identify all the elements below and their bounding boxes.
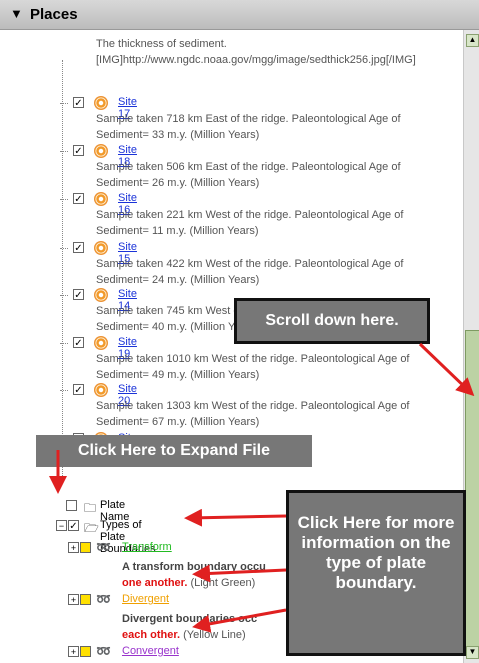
boundary-link[interactable]: Transform bbox=[122, 541, 172, 553]
expand-toggle[interactable]: − bbox=[56, 520, 67, 531]
expand-toggle[interactable]: + bbox=[68, 542, 79, 553]
scroll-down-button[interactable]: ▼ bbox=[466, 646, 479, 659]
boundary-desc-line1: Divergent boundaries occ bbox=[122, 613, 258, 625]
site-desc-line: Sample taken 506 km East of the ridge. P… bbox=[96, 161, 401, 173]
site-desc-line: Sediment= 26 m.y. (Million Years) bbox=[96, 177, 260, 189]
site-desc-line: Sample taken 1303 km West of the ridge. … bbox=[96, 400, 410, 412]
places-header[interactable]: ▼ Places bbox=[0, 0, 479, 30]
scroll-thumb[interactable] bbox=[465, 330, 479, 650]
plate-name-checkbox[interactable] bbox=[66, 500, 77, 511]
tree-guide-line bbox=[62, 60, 63, 480]
site-desc-line: Sediment= 67 m.y. (Million Years) bbox=[96, 416, 260, 428]
site-desc-line: Sediment= 33 m.y. (Million Years) bbox=[96, 129, 260, 141]
site-checkbox[interactable]: ✓ bbox=[73, 193, 84, 205]
site-checkbox[interactable]: ✓ bbox=[73, 384, 84, 396]
site-desc-line: Sample taken 718 km East of the ridge. P… bbox=[96, 113, 401, 125]
boundary-desc-line2: one another. (Light Green) bbox=[122, 575, 255, 592]
tree-connector bbox=[60, 248, 68, 249]
boundary-checkbox[interactable] bbox=[80, 542, 91, 553]
more-info-callout: Click Here for more information on the t… bbox=[286, 490, 466, 656]
site-desc-line: Sample taken 1010 km West of the ridge. … bbox=[96, 353, 410, 365]
line-style-icon: ➿ bbox=[96, 644, 111, 658]
site-desc-line: Sediment= 24 m.y. (Million Years) bbox=[96, 274, 260, 286]
folder-icon: 🗀 bbox=[84, 501, 97, 515]
boundary-desc-line2: each other. (Yellow Line) bbox=[122, 627, 246, 644]
site-desc-line: Sediment= 11 m.y. (Million Years) bbox=[96, 225, 259, 237]
tree-connector bbox=[60, 295, 68, 296]
boundary-desc-emphasis: one another. bbox=[122, 577, 188, 589]
expand-toggle[interactable]: + bbox=[68, 594, 79, 605]
tree-connector bbox=[60, 343, 68, 344]
site-desc-line: Sediment= 49 m.y. (Million Years) bbox=[96, 369, 260, 381]
scroll-up-button[interactable]: ▲ bbox=[466, 34, 479, 47]
line-style-icon: ➿ bbox=[96, 540, 111, 554]
target-icon bbox=[94, 288, 108, 302]
sediment-desc-line2: [IMG]http://www.ngdc.noaa.gov/mgg/image/… bbox=[96, 54, 416, 66]
boundary-link[interactable]: Convergent bbox=[122, 645, 179, 657]
tree-connector bbox=[60, 390, 68, 391]
types-checkbox[interactable]: ✓ bbox=[68, 520, 79, 532]
site-checkbox[interactable]: ✓ bbox=[73, 97, 84, 109]
site-checkbox[interactable]: ✓ bbox=[73, 242, 84, 254]
tree-connector bbox=[60, 199, 68, 200]
target-icon bbox=[94, 144, 108, 158]
target-icon bbox=[94, 241, 108, 255]
tree-connector bbox=[60, 103, 68, 104]
sediment-desc-line1: The thickness of sediment. bbox=[96, 38, 227, 50]
target-icon bbox=[94, 336, 108, 350]
expand-file-callout: Click Here to Expand File bbox=[36, 435, 312, 467]
site-checkbox[interactable]: ✓ bbox=[73, 337, 84, 349]
scroll-down-callout: Scroll down here. bbox=[234, 298, 430, 344]
boundary-checkbox[interactable] bbox=[80, 594, 91, 605]
boundary-checkbox[interactable] bbox=[80, 646, 91, 657]
expand-toggle[interactable]: + bbox=[68, 646, 79, 657]
places-title: Places bbox=[30, 6, 78, 23]
collapse-triangle-icon[interactable]: ▼ bbox=[10, 6, 23, 21]
boundary-desc-emphasis: each other. bbox=[122, 629, 181, 641]
target-icon bbox=[94, 192, 108, 206]
target-icon bbox=[94, 96, 108, 110]
boundary-color-note: (Yellow Line) bbox=[180, 629, 246, 641]
line-style-icon: ➿ bbox=[96, 592, 111, 606]
open-folder-icon: 🗁 bbox=[84, 521, 99, 535]
boundary-link[interactable]: Divergent bbox=[122, 593, 169, 605]
boundary-desc-line1: A transform boundary occu bbox=[122, 561, 266, 573]
site-desc-line: Sample taken 221 km West of the ridge. P… bbox=[96, 209, 404, 221]
site-checkbox[interactable]: ✓ bbox=[73, 145, 84, 157]
tree-connector bbox=[60, 151, 68, 152]
boundary-color-note: (Light Green) bbox=[187, 577, 256, 589]
target-icon bbox=[94, 383, 108, 397]
site-checkbox[interactable]: ✓ bbox=[73, 289, 84, 301]
site-desc-line: Sample taken 422 km West of the ridge. P… bbox=[96, 258, 404, 270]
